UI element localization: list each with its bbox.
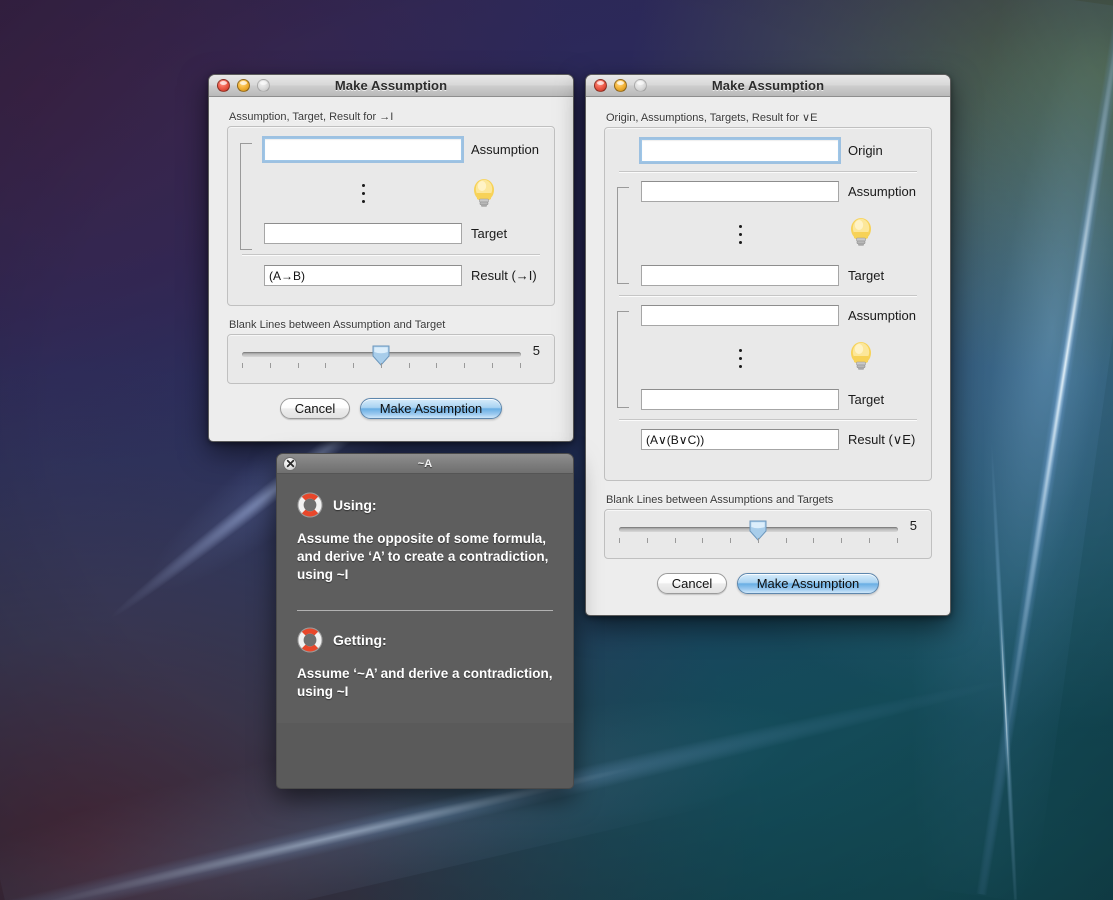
target-row: Target <box>641 265 921 286</box>
group-divider <box>619 419 917 420</box>
result-row: (A→B) Result (→I) <box>264 265 544 286</box>
target-label: Target <box>848 392 885 407</box>
origin-row: Origin <box>641 139 921 162</box>
rule-help-window[interactable]: ~A Using: Assume the opposite of some fo… <box>276 453 574 789</box>
slider-groupbox-label: Blank Lines between Assumptions and Targ… <box>606 494 834 506</box>
titlebar[interactable]: Make Assumption <box>209 75 573 97</box>
cancel-button[interactable]: Cancel <box>657 573 727 594</box>
slider-ticks <box>619 538 898 543</box>
dialog-button-row: Cancel Make Assumption <box>604 573 932 594</box>
cancel-button[interactable]: Cancel <box>280 398 350 419</box>
origin-label: Origin <box>848 143 883 158</box>
vertical-ellipsis-icon <box>641 349 839 368</box>
minimize-button[interactable] <box>614 79 627 92</box>
zoom-button[interactable] <box>634 79 647 92</box>
result-label: Result (∨E) <box>848 431 916 447</box>
blank-lines-groupbox: 5 <box>227 334 555 384</box>
make-assumption-dialog-implication[interactable]: Make Assumption Assumption, Target, Resu… <box>208 74 574 442</box>
disjunction-groupbox: Origin Assumption Target Assumption Targ… <box>604 127 932 481</box>
lifering-icon <box>297 627 323 653</box>
assumption-label: Assumption <box>471 142 539 157</box>
getting-body-text: Assume ‘~A’ and derive a contradiction, … <box>297 665 553 699</box>
help-window-title: ~A <box>417 457 433 470</box>
target-input[interactable] <box>641 265 839 286</box>
lightbulb-icon <box>474 179 494 207</box>
dialog-button-row: Cancel Make Assumption <box>227 398 555 419</box>
target-row: Target <box>264 223 544 244</box>
titlebar[interactable]: Make Assumption <box>586 75 950 97</box>
branch-1: Assumption Target <box>615 181 921 286</box>
assumption-groupbox: Assumption Target (A→B) Result (→I) <box>227 126 555 306</box>
group-divider <box>242 254 540 255</box>
getting-heading-row: Getting: <box>297 627 553 653</box>
target-input[interactable] <box>641 389 839 410</box>
vertical-ellipsis-icon <box>641 225 839 244</box>
slider-groupbox-label: Blank Lines between Assumption and Targe… <box>229 319 446 331</box>
result-row: (A∨(B∨C)) Result (∨E) <box>641 429 921 450</box>
assumption-row: Assumption <box>264 138 544 161</box>
group-divider <box>619 295 917 296</box>
make-assumption-dialog-disjunction[interactable]: Make Assumption Origin, Assumptions, Tar… <box>585 74 951 616</box>
branch-2: Assumption Target <box>615 305 921 410</box>
result-input[interactable]: (A→B) <box>264 265 462 286</box>
help-titlebar[interactable]: ~A <box>277 454 573 474</box>
assumption-input[interactable] <box>264 138 462 161</box>
blank-lines-groupbox: 5 <box>604 509 932 559</box>
groupbox-label: Assumption, Target, Result for →I <box>229 111 394 123</box>
lightbulb-icon <box>851 218 871 246</box>
using-body-text: Assume the opposite of some formula, and… <box>297 531 549 582</box>
scope-bracket-icon <box>240 143 252 250</box>
help-divider <box>297 609 553 611</box>
assumption-row: Assumption <box>641 181 921 202</box>
slider-value: 5 <box>532 343 540 358</box>
slider-value: 5 <box>909 518 917 533</box>
result-label: Result (→I) <box>471 268 537 283</box>
scope-bracket-icon <box>617 311 629 408</box>
lifering-icon <box>297 492 323 518</box>
target-row: Target <box>641 389 921 410</box>
using-heading: Using: <box>333 497 377 513</box>
using-heading-row: Using: <box>297 492 553 518</box>
window-controls[interactable] <box>586 79 647 92</box>
assumption-input[interactable] <box>641 305 839 326</box>
assumption-row: Assumption <box>641 305 921 326</box>
assumption-label: Assumption <box>848 184 916 199</box>
gap-indicator-row <box>641 216 921 253</box>
gap-indicator-row <box>264 177 544 209</box>
lightbulb-icon <box>851 342 871 370</box>
vertical-ellipsis-icon <box>264 183 462 203</box>
assumption-input[interactable] <box>641 181 839 202</box>
close-x-icon[interactable] <box>283 456 297 471</box>
desktop-background: Make Assumption Assumption, Target, Resu… <box>0 0 1113 900</box>
blank-lines-slider[interactable] <box>242 343 521 377</box>
target-label: Target <box>471 226 508 241</box>
minimize-button[interactable] <box>237 79 250 92</box>
make-assumption-button[interactable]: Make Assumption <box>737 573 879 594</box>
target-input[interactable] <box>264 223 462 244</box>
close-button[interactable] <box>594 79 607 92</box>
help-body: Using: Assume the opposite of some formu… <box>277 474 573 723</box>
target-label: Target <box>848 268 885 283</box>
zoom-button[interactable] <box>257 79 270 92</box>
scope-bracket-icon <box>617 187 629 284</box>
origin-input[interactable] <box>641 139 839 162</box>
assumption-label: Assumption <box>848 308 916 323</box>
close-button[interactable] <box>217 79 230 92</box>
make-assumption-button[interactable]: Make Assumption <box>360 398 502 419</box>
blank-lines-slider[interactable] <box>619 518 898 552</box>
window-controls[interactable] <box>209 79 270 92</box>
slider-ticks <box>242 363 521 368</box>
gap-indicator-row <box>641 340 921 377</box>
result-input[interactable]: (A∨(B∨C)) <box>641 429 839 450</box>
group-divider <box>619 171 917 172</box>
groupbox-label: Origin, Assumptions, Targets, Result for… <box>606 112 818 124</box>
getting-heading: Getting: <box>333 631 387 648</box>
